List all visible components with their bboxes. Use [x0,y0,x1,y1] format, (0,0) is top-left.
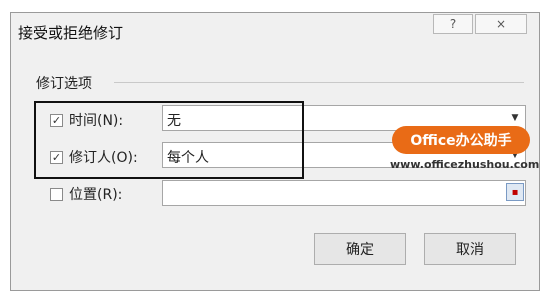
watermark-badge: Office办公助手 [392,126,530,154]
location-checkbox-row[interactable]: 位置(R): [50,184,122,204]
highlight-box [34,101,304,179]
location-checkbox[interactable] [50,187,63,201]
ok-button[interactable]: 确定 [314,233,406,265]
location-label: 位置(R): [69,187,123,203]
location-input[interactable]: ▪ [162,180,526,206]
group-divider [114,82,524,83]
close-button[interactable]: × [475,14,527,34]
group-label: 修订选项 [36,76,92,92]
range-picker-icon[interactable]: ▪ [506,183,524,201]
dialog-title: 接受或拒绝修订 [18,24,124,42]
help-button[interactable]: ? [433,14,473,34]
cancel-button[interactable]: 取消 [424,233,516,265]
watermark-url: www.officezhushou.com [390,158,540,171]
